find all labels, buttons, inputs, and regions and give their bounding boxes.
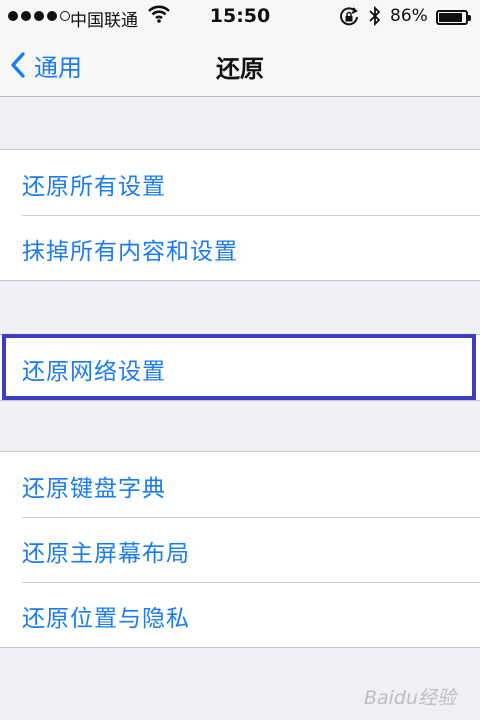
reset-group-1: 还原所有设置 抹掉所有内容和设置 (0, 149, 480, 281)
reset-group-3: 还原键盘字典 还原主屏幕布局 还原位置与隐私 (0, 451, 480, 648)
reset-home-screen-layout-row[interactable]: 还原主屏幕布局 (0, 517, 480, 582)
row-label: 还原主屏幕布局 (22, 541, 190, 567)
erase-all-content-row[interactable]: 抹掉所有内容和设置 (0, 215, 480, 280)
reset-group-2: 还原网络设置 (0, 334, 480, 401)
battery-percentage: 86% (390, 6, 428, 26)
page-title: 还原 (216, 55, 264, 83)
row-label: 还原位置与隐私 (22, 606, 190, 632)
navigation-bar: 通用 还原 (0, 36, 480, 97)
reset-keyboard-dictionary-row[interactable]: 还原键盘字典 (0, 452, 480, 517)
watermark: Baidu经验 (363, 687, 456, 709)
reset-all-settings-row[interactable]: 还原所有设置 (0, 150, 480, 215)
row-label: 还原网络设置 (22, 359, 166, 385)
status-bar: 中国联通 15:50 86% (0, 0, 480, 36)
row-label: 还原所有设置 (22, 174, 166, 200)
battery-fill (439, 13, 462, 22)
rotation-lock-icon (338, 6, 360, 33)
bluetooth-icon (368, 5, 382, 32)
reset-location-privacy-row[interactable]: 还原位置与隐私 (0, 582, 480, 647)
battery-icon (436, 10, 471, 25)
reset-network-settings-row[interactable]: 还原网络设置 (0, 335, 480, 400)
row-label: 还原键盘字典 (22, 476, 166, 502)
row-label: 抹掉所有内容和设置 (22, 239, 238, 265)
